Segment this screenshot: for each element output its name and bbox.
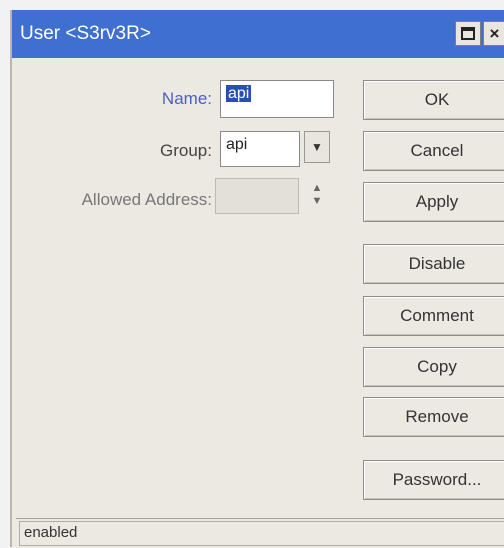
name-label: Name: bbox=[161, 89, 212, 108]
maximize-icon[interactable] bbox=[455, 21, 481, 46]
title-bar[interactable]: User <S3rv3R> × bbox=[12, 10, 504, 58]
close-icon[interactable]: × bbox=[483, 21, 504, 46]
comment-button[interactable]: Comment bbox=[363, 296, 504, 336]
allowed-address-label: Allowed Address: bbox=[81, 190, 212, 209]
ok-button[interactable]: OK bbox=[363, 80, 504, 120]
cancel-button[interactable]: Cancel bbox=[363, 131, 504, 171]
apply-button[interactable]: Apply bbox=[363, 182, 504, 222]
arrow-up-icon[interactable]: ▲ bbox=[308, 182, 326, 195]
user-dialog-window: User <S3rv3R> × Name: api Group: api ▼ A… bbox=[10, 10, 504, 548]
allowed-address-field[interactable] bbox=[215, 178, 299, 214]
group-field[interactable]: api bbox=[220, 131, 300, 167]
status-text: enabled bbox=[19, 521, 504, 546]
name-field[interactable]: api bbox=[220, 80, 334, 118]
arrow-down-icon[interactable]: ▼ bbox=[308, 195, 326, 208]
group-dropdown-button[interactable]: ▼ bbox=[304, 131, 330, 163]
disable-button[interactable]: Disable bbox=[363, 244, 504, 284]
copy-button[interactable]: Copy bbox=[363, 347, 504, 387]
password-button[interactable]: Password... bbox=[363, 460, 504, 500]
chevron-down-icon: ▼ bbox=[311, 140, 323, 154]
updown-spinner[interactable]: ▲ ▼ bbox=[308, 182, 326, 212]
window-title: User <S3rv3R> bbox=[20, 23, 151, 44]
status-bar: enabled bbox=[16, 518, 504, 548]
remove-button[interactable]: Remove bbox=[363, 397, 504, 437]
group-label: Group: bbox=[160, 141, 212, 160]
name-value: api bbox=[226, 85, 252, 102]
